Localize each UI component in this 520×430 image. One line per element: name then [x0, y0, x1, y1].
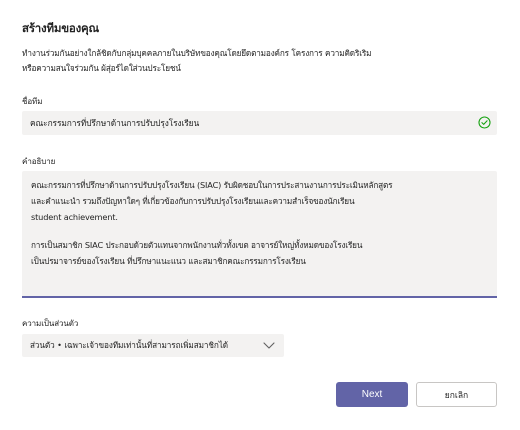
team-name-value: คณะกรรมการที่ปรึกษาด้านการปรับปรุงโรงเรี… [30, 118, 200, 128]
dialog-description: ทำงานร่วมกันอย่างใกล้ชิดกับกลุ่มบุคคลภาย… [22, 46, 472, 76]
dialog-description-line-2: หรือความสนใจร่วมกัน ผ้สุ่อร์ไดใส่วนประโย… [22, 63, 181, 73]
description-text-line-3: student achievement. [31, 212, 118, 222]
description-text-line-2: และคำแนะนำ รวมถึงปัญหาใดๆ ที่เกี่ยวข้องก… [31, 196, 355, 206]
dialog-title: สร้างทีมของคุณ [22, 21, 99, 35]
description-text-line-5: เป็นปรมาจารย์ของโรงเรียน ที่ปรึกษาแนะแนว… [31, 256, 306, 266]
next-button[interactable]: Next [336, 382, 408, 407]
description-text-line-4: การเป็นสมาชิก SIAC ประกอบด้วยตัวแทนจากพน… [31, 240, 363, 250]
privacy-label: ความเป็นส่วนตัว [22, 319, 79, 328]
team-name-input[interactable]: คณะกรรมการที่ปรึกษาด้านการปรับปรุงโรงเรี… [22, 111, 497, 135]
team-description-textarea[interactable]: คณะกรรมการที่ปรึกษาด้านการปรับปรุงโรงเรี… [22, 171, 497, 298]
check-circle-icon [478, 116, 491, 129]
cancel-button[interactable]: ยกเลิก [416, 382, 497, 407]
team-description-label: คำอธิบาย [22, 157, 56, 166]
team-name-label: ชื่อทีม [22, 97, 43, 106]
description-text-line-1: คณะกรรมการที่ปรึกษาด้านการปรับปรุงโรงเรี… [31, 180, 393, 190]
dialog-description-line-1: ทำงานร่วมกันอย่างใกล้ชิดกับกลุ่มบุคคลภาย… [22, 48, 372, 58]
privacy-selected-value: ส่วนตัว • เฉพาะเจ้าของทีมเท่านั้นที่สามา… [30, 340, 228, 350]
privacy-dropdown[interactable]: ส่วนตัว • เฉพาะเจ้าของทีมเท่านั้นที่สามา… [22, 334, 284, 357]
chevron-down-icon [263, 342, 275, 349]
